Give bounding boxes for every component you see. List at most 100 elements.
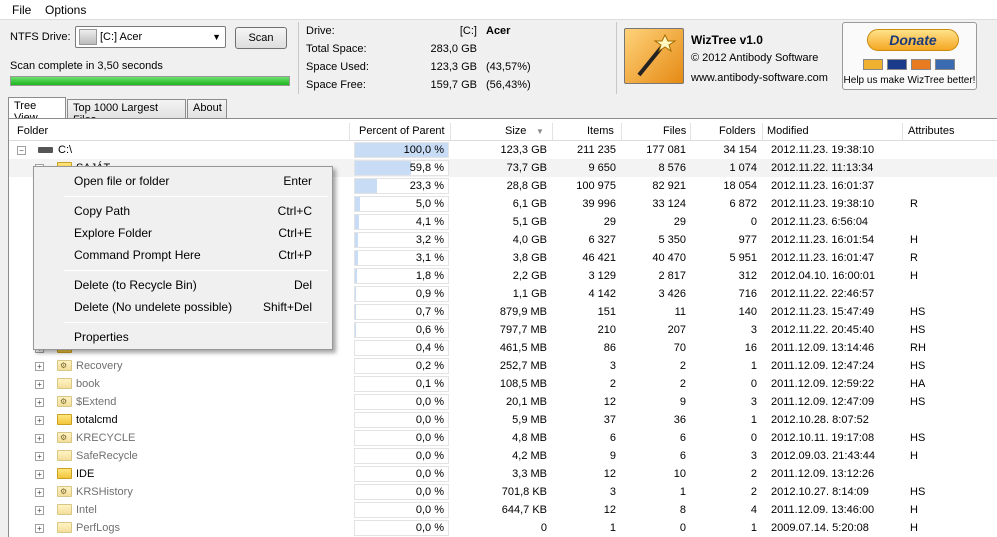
expand-icon[interactable]: +	[35, 416, 44, 425]
tab-top-1000-largest-files[interactable]: Top 1000 Largest Files	[67, 99, 186, 126]
percent-value: 23,3 %	[409, 180, 444, 192]
attributes-value: RH	[910, 342, 926, 354]
size-value: 123,3 GB	[500, 144, 547, 156]
attributes-value: HS	[910, 360, 926, 372]
attributes-value: HS	[910, 306, 926, 318]
percent-value: 0,0 %	[415, 414, 444, 426]
folders-value: 1	[750, 522, 757, 534]
modified-value: 2009.07.14. 5:20:08	[771, 522, 869, 534]
expand-icon[interactable]: +	[35, 524, 44, 533]
column-header-items[interactable]: Items	[587, 125, 614, 140]
size-value: 73,7 GB	[506, 162, 547, 174]
percent-fill	[355, 233, 358, 247]
drive-select[interactable]: [C:] Acer ▼	[75, 26, 226, 48]
folders-value: 3	[750, 450, 757, 462]
expand-icon[interactable]: +	[35, 380, 44, 389]
table-row[interactable]: + PerfLogs 0,0 % 0 1 0 1 2009.07.14. 5:20:08 H	[9, 519, 997, 537]
column-header-attributes[interactable]: Attributes	[908, 125, 954, 140]
donate-panel[interactable]: Donate Help us make WizTree better!	[842, 22, 977, 90]
percent-value: 0,0 %	[415, 468, 444, 480]
items-value: 12	[603, 504, 616, 516]
size-value: 5,9 MB	[512, 414, 547, 426]
expand-icon[interactable]: +	[35, 470, 44, 479]
column-header-folder[interactable]: Folder	[17, 125, 48, 140]
menu-item-delete-permanent[interactable]: Delete (No undelete possible) Shift+Del	[36, 297, 330, 317]
table-row[interactable]: + Intel 0,0 % 644,7 KB 12 8 4 2011.12.09. 13:46…	[9, 501, 997, 519]
table-row[interactable]: − C:\ 100,0 % 123,3 GB 211 235 177 081 34 154 2…	[9, 141, 997, 159]
menu-item-explore-folder[interactable]: Explore Folder Ctrl+E	[36, 223, 330, 243]
menu-file[interactable]: File	[12, 3, 31, 17]
items-value: 12	[603, 396, 616, 408]
percent-bar: 0,0 %	[354, 394, 449, 410]
menu-item-properties[interactable]: Properties	[36, 327, 330, 347]
column-header-percent[interactable]: Percent of Parent	[359, 125, 445, 140]
table-row[interactable]: + totalcmd 0,0 % 5,9 MB 37 36 1 2012.10.28. 8:0…	[9, 411, 997, 429]
modified-value: 2011.12.09. 13:14:46	[771, 342, 875, 354]
table-row[interactable]: + book 0,1 % 108,5 MB 2 2 0 2011.12.09. 12:59:2…	[9, 375, 997, 393]
donate-button[interactable]: Donate	[867, 29, 959, 51]
column-header-size[interactable]: Size	[505, 125, 526, 140]
percent-value: 1,8 %	[415, 270, 444, 282]
folder-name: KRSHistory	[76, 486, 133, 498]
percent-value: 3,1 %	[415, 252, 444, 264]
column-header-files[interactable]: Files	[663, 125, 686, 140]
column-header-modified[interactable]: Modified	[767, 125, 809, 140]
percent-value: 4,1 %	[415, 216, 444, 228]
folders-value: 2	[750, 486, 757, 498]
menu-item-label: Delete (No undelete possible)	[74, 300, 233, 314]
percent-bar: 59,8 %	[354, 160, 449, 176]
menu-item-delete-recycle[interactable]: Delete (to Recycle Bin) Del	[36, 275, 330, 295]
collapse-icon[interactable]: −	[17, 146, 26, 155]
space-used-value: 123,3 GB	[430, 61, 477, 73]
table-row[interactable]: + IDE 0,0 % 3,3 MB 12 10 2 2011.12.09. 13:12:26	[9, 465, 997, 483]
menu-item-open[interactable]: Open file or folder Enter	[36, 171, 330, 191]
menu-item-copy-path[interactable]: Copy Path Ctrl+C	[36, 201, 330, 221]
items-value: 3 129	[588, 270, 616, 282]
items-value: 4 142	[588, 288, 616, 300]
expand-icon[interactable]: +	[35, 398, 44, 407]
space-used-percent: (43,57%)	[486, 61, 531, 73]
tab-tree-view[interactable]: Tree View	[8, 97, 66, 124]
table-row[interactable]: + SafeRecycle 0,0 % 4,2 MB 9 6 3 2012.09.03. 21…	[9, 447, 997, 465]
modified-value: 2011.12.09. 13:46:00	[771, 504, 875, 516]
menu-options[interactable]: Options	[45, 3, 86, 17]
website-link[interactable]: www.antibody-software.com	[691, 72, 828, 84]
size-value: 1,1 GB	[512, 288, 547, 300]
table-row[interactable]: + ⚙ Recovery 0,2 % 252,7 MB 3 2 1 2011.12.09. 12…	[9, 357, 997, 375]
scan-status: Scan complete in 3,50 seconds	[10, 60, 163, 72]
items-value: 9	[609, 450, 616, 462]
attributes-value: HS	[910, 432, 926, 444]
expand-icon[interactable]: +	[35, 452, 44, 461]
files-value: 5 350	[658, 234, 686, 246]
card-icon	[935, 59, 955, 70]
expand-icon[interactable]: +	[35, 362, 44, 371]
folders-value: 1 074	[729, 162, 757, 174]
items-value: 1	[609, 522, 616, 534]
tab-about[interactable]: About	[187, 99, 227, 118]
expand-icon[interactable]: +	[35, 434, 44, 443]
card-icon	[863, 59, 883, 70]
modified-value: 2012.10.11. 19:17:08	[771, 432, 875, 444]
percent-value: 3,2 %	[415, 234, 444, 246]
percent-value: 0,6 %	[415, 324, 444, 336]
table-row[interactable]: + ⚙ KRSHistory 0,0 % 701,8 KB 3 1 2 2012.10.27. …	[9, 483, 997, 501]
menu-item-command-prompt[interactable]: Command Prompt Here Ctrl+P	[36, 245, 330, 265]
app-title: WizTree v1.0	[691, 33, 763, 47]
attributes-value: H	[910, 234, 918, 246]
column-header-folders[interactable]: Folders	[719, 125, 756, 140]
menu-item-label: Properties	[74, 330, 129, 344]
size-value: 108,5 MB	[499, 378, 547, 390]
folders-value: 34 154	[723, 144, 757, 156]
chevron-down-icon: ▼	[212, 32, 221, 42]
percent-bar: 0,0 %	[354, 430, 449, 446]
modified-value: 2012.11.23. 16:01:37	[771, 180, 875, 192]
expand-icon[interactable]: +	[35, 506, 44, 515]
table-row[interactable]: + ⚙ $Extend 0,0 % 20,1 MB 12 9 3 2011.12.09. 12:…	[9, 393, 997, 411]
attributes-value: HS	[910, 324, 926, 336]
files-value: 82 921	[652, 180, 686, 192]
scan-button[interactable]: Scan	[235, 27, 287, 49]
table-row[interactable]: + ⚙ KRECYCLE 0,0 % 4,8 MB 6 6 0 2012.10.11. 19:1…	[9, 429, 997, 447]
expand-icon[interactable]: +	[35, 488, 44, 497]
menu-item-shortcut: Ctrl+C	[277, 204, 312, 218]
modified-value: 2012.10.28. 8:07:52	[771, 414, 869, 426]
